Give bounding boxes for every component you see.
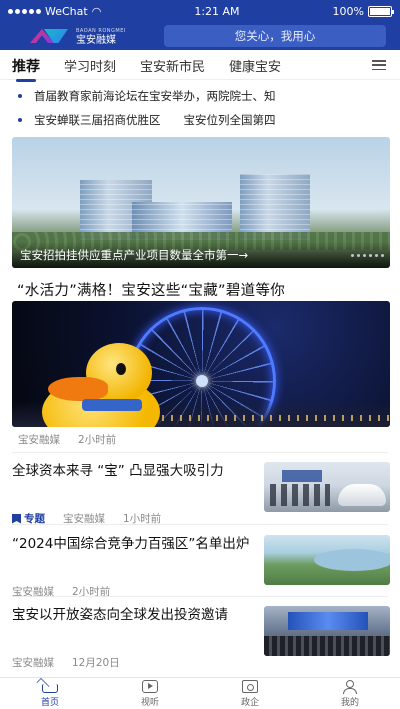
nav-profile[interactable]: 我的 <box>300 678 400 709</box>
feature-headline[interactable]: “水活力”满格！宝安这些“宝藏”碧道等你 <box>17 279 285 300</box>
search-input[interactable]: 您关心，我用心 <box>164 25 386 47</box>
article-title: “2024中国综合竞争力百强区”名单出炉 <box>12 536 250 552</box>
channel-menu-icon[interactable] <box>372 60 386 70</box>
home-icon <box>42 683 58 693</box>
nav-home[interactable]: 首页 <box>0 678 100 709</box>
logo-subtext: BAOAN RONGMEI <box>76 28 126 34</box>
nav-video[interactable]: 视听 <box>100 678 200 709</box>
channel-tabs: 推荐 学习时刻 宝安新市民 健康宝安 <box>0 52 400 82</box>
gov-icon <box>242 679 258 693</box>
time-label: 12月20日 <box>72 657 120 669</box>
rubber-duck <box>42 343 160 427</box>
tab-recommend[interactable]: 推荐 <box>12 56 40 82</box>
divider <box>12 452 388 453</box>
tab-new-citizens[interactable]: 宝安新市民 <box>140 56 205 75</box>
hero-caption: 宝安招拍挂供应重点产业项目数量全市第一→ <box>20 248 249 262</box>
hero-carousel[interactable]: 宝安招拍挂供应重点产业项目数量全市第一→ <box>12 137 390 268</box>
bullet-icon <box>18 94 22 98</box>
bookmark-icon <box>12 513 21 524</box>
wifi-icon: ◠ <box>91 4 102 18</box>
search-placeholder: 您关心，我用心 <box>234 29 316 43</box>
app-logo[interactable]: BAOAN RONGMEI 宝安融媒 <box>30 26 126 46</box>
article-thumbnail <box>264 462 390 512</box>
carousel-pager <box>351 253 390 257</box>
battery-icon <box>368 5 394 17</box>
ticker-item[interactable]: 首届教育家前海论坛在宝安举办，两院院士、知 <box>18 88 388 104</box>
list-item[interactable]: “2024中国综合竞争力百强区”名单出炉 宝安融媒 2小时前 <box>12 535 390 599</box>
time-label: 2小时前 <box>78 434 117 446</box>
signal-icon <box>8 8 41 14</box>
article-thumbnail <box>264 535 390 585</box>
battery-percent: 100% <box>332 4 364 18</box>
bullet-icon <box>18 118 22 122</box>
divider <box>12 596 388 597</box>
ticker-item[interactable]: 宝安蝉联三届招商优胜区 宝安位列全国第四 <box>18 112 388 128</box>
logo-text: 宝安融媒 <box>76 35 116 46</box>
list-item[interactable]: 全球资本来寻 “宝” 凸显强大吸引力 专题 宝安融媒 1小时前 <box>12 462 390 526</box>
tab-study-moment[interactable]: 学习时刻 <box>64 56 116 75</box>
list-item[interactable]: 宝安以开放姿态向全球发出投资邀请 宝安融媒 12月20日 <box>12 606 390 670</box>
carrier-label: WeChat <box>45 4 88 18</box>
feature-image[interactable] <box>12 301 390 427</box>
article-thumbnail <box>264 606 390 656</box>
video-icon <box>142 679 158 693</box>
divider <box>12 524 388 525</box>
status-time: 1:21 AM <box>194 4 240 18</box>
bottom-nav: 首页 视听 政企 我的 <box>0 677 400 709</box>
source-label: 宝安融媒 <box>12 657 54 669</box>
article-title: 全球资本来寻 “宝” 凸显强大吸引力 <box>12 463 224 479</box>
logo-mark-icon <box>30 27 70 45</box>
tab-health[interactable]: 健康宝安 <box>229 56 281 75</box>
article-title: 宝安以开放姿态向全球发出投资邀请 <box>12 607 228 623</box>
status-bar: WeChat ◠ 1:21 AM 100% <box>0 0 400 22</box>
source-label: 宝安融媒 <box>18 434 60 446</box>
nav-gov[interactable]: 政企 <box>200 678 300 709</box>
app-header: WeChat ◠ 1:21 AM 100% BAOAN RONGMEI 宝安融媒… <box>0 0 400 50</box>
profile-icon <box>342 679 358 694</box>
feature-meta: 宝安融媒 2小时前 <box>18 432 116 447</box>
